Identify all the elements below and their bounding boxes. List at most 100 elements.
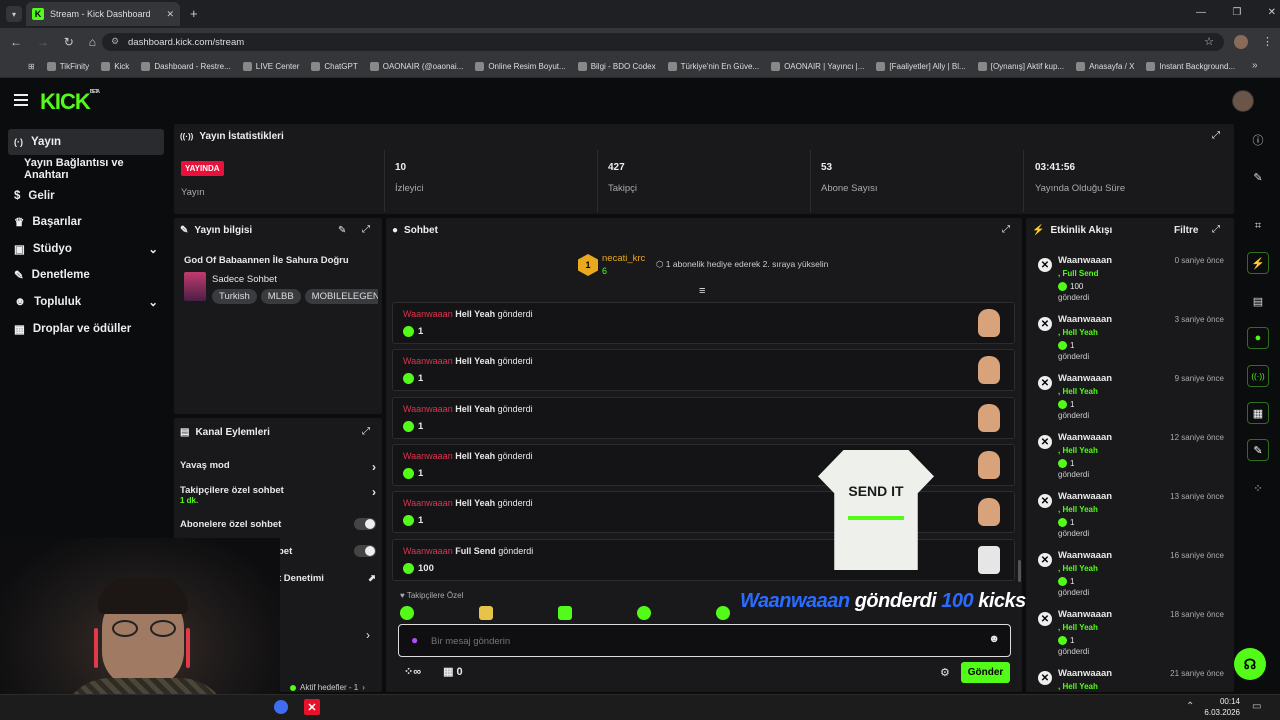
activity-event[interactable]: ✕ Waanwaaan 16 saniye önce , Hell Yeah 1 gönd… xyxy=(1032,547,1230,604)
community-icon[interactable]: ⁘ xyxy=(1247,477,1269,499)
gift-count[interactable]: ▦ 0 xyxy=(443,665,463,678)
tray-chevron-icon[interactable]: ⌃ xyxy=(1186,701,1194,712)
bookmark-item[interactable]: LIVE Center xyxy=(242,62,299,71)
kicks-balance[interactable]: ⁘∞ xyxy=(404,665,421,678)
chat-message[interactable]: Waanwaaan Hell Yeah gönderdi 1 xyxy=(392,491,1015,533)
taskbar-kick-icon[interactable]: ✕ xyxy=(304,699,320,715)
bookmark-item[interactable]: Bilgi - BDO Codex xyxy=(577,62,656,71)
bookmark-item[interactable]: OAONAIR | Yayıncı |... xyxy=(771,62,864,71)
emote-icon[interactable] xyxy=(400,606,414,620)
actions-panel-icon[interactable]: ▦ xyxy=(1247,402,1269,424)
chat-username[interactable]: Waanwaaan xyxy=(403,498,453,508)
subs-only-row[interactable]: Abonelere özel sohbet xyxy=(180,518,376,530)
apps-grid-icon[interactable]: ⊞ xyxy=(28,62,35,71)
sidebar-item-stream-key[interactable]: Yayın Bağlantısı ve Anahtarı xyxy=(8,156,164,182)
crop-icon[interactable]: ⌗ xyxy=(1247,215,1269,237)
activity-event[interactable]: ✕ Waanwaaan 21 saniye önce , Hell Yeah xyxy=(1032,665,1230,690)
more-bookmarks-icon[interactable]: » xyxy=(1252,60,1258,71)
scrollbar[interactable] xyxy=(1018,560,1021,582)
expand-icon[interactable]: ⤢ xyxy=(1212,130,1220,141)
minimize-icon[interactable]: — xyxy=(1196,7,1206,18)
mic-icon[interactable]: ● xyxy=(411,633,418,647)
hamburger-menu-icon[interactable] xyxy=(14,94,28,106)
emote-icon[interactable] xyxy=(479,606,493,620)
tab-search-icon[interactable]: ▾ xyxy=(6,6,22,22)
chevron-right-icon[interactable]: › xyxy=(366,628,370,642)
address-bar[interactable]: ⚙ dashboard.kick.com/stream ☆ xyxy=(102,33,1224,51)
edit-pencil-icon[interactable]: ✎ xyxy=(338,225,346,236)
bookmark-item[interactable]: Instant Background... xyxy=(1146,62,1235,71)
slow-mode-row[interactable]: Yavaş mod › xyxy=(180,460,376,474)
browser-tab[interactable]: K Stream - Kick Dashboard ✕ xyxy=(26,2,180,26)
notes-icon[interactable]: ▤ xyxy=(1247,290,1269,312)
activity-event[interactable]: ✕ Waanwaaan 3 saniye önce , Hell Yeah 1 gönde… xyxy=(1032,311,1230,368)
sidebar-item-basarilar[interactable]: ♛ Başarılar xyxy=(8,209,164,235)
restore-icon[interactable]: ❐ xyxy=(1232,7,1241,18)
activity-event[interactable]: ✕ Waanwaaan 12 saniye önce , Hell Yeah 1 gönd… xyxy=(1032,429,1230,486)
back-icon[interactable]: ← xyxy=(10,35,22,49)
bookmark-item[interactable]: Türkiye'nin En Güve... xyxy=(667,62,759,71)
support-button-icon[interactable]: ☊ xyxy=(1234,648,1266,680)
taskbar-app-icon[interactable] xyxy=(274,700,288,714)
tag-chip[interactable]: MLBB xyxy=(260,289,301,304)
emote-icon[interactable] xyxy=(637,606,651,620)
activity-event[interactable]: ✕ Waanwaaan 9 saniye önce , Hell Yeah 1 gönde… xyxy=(1032,370,1230,427)
activity-event[interactable]: ✕ Waanwaaan 0 saniye önce , Full Send 100 gön… xyxy=(1032,252,1230,309)
chat-input[interactable] xyxy=(431,632,971,650)
edit-icon[interactable]: ✎ xyxy=(1247,166,1269,188)
bookmark-item[interactable]: [Faaliyetler] Ally | Bl... xyxy=(876,62,966,71)
chat-username[interactable]: Waanwaaan xyxy=(403,546,453,556)
send-button[interactable]: Gönder xyxy=(961,662,1010,683)
emote-icon[interactable] xyxy=(558,606,572,620)
notification-icon[interactable]: ▭ xyxy=(1252,701,1261,712)
expand-icon[interactable]: ⤢ xyxy=(362,224,370,235)
bookmark-item[interactable]: Online Resim Boyut... xyxy=(475,62,566,71)
bookmark-item[interactable]: ChatGPT xyxy=(311,62,358,71)
lightning-panel-icon[interactable]: ⚡ xyxy=(1247,252,1269,274)
activity-event[interactable]: ✕ Waanwaaan 18 saniye önce , Hell Yeah 1 gönd… xyxy=(1032,606,1230,663)
forward-icon[interactable]: → xyxy=(37,35,49,49)
bookmark-star-icon[interactable]: ☆ xyxy=(1204,35,1214,48)
sidebar-item-gelir[interactable]: $ Gelir xyxy=(8,183,164,209)
chat-panel-icon[interactable]: ● xyxy=(1247,327,1269,349)
collapse-pinned-icon[interactable]: ≡ xyxy=(699,285,705,297)
chat-message[interactable]: Waanwaaan Hell Yeah gönderdi 1 xyxy=(392,349,1015,391)
chat-username[interactable]: Waanwaaan xyxy=(403,404,453,414)
chat-input-box[interactable]: ● ☻ xyxy=(398,624,1011,657)
sidebar-item-topluluk[interactable]: ☻ Topluluk ⌄ xyxy=(8,289,164,315)
bookmark-item[interactable]: OAONAIR (@oaonai... xyxy=(369,62,463,71)
tag-chip[interactable]: Turkish xyxy=(212,289,257,304)
wrench-panel-icon[interactable]: ✎ xyxy=(1247,439,1269,461)
chat-message[interactable]: Waanwaaan Hell Yeah gönderdi 1 xyxy=(392,302,1015,344)
active-goals-row[interactable]: Aktif hedefler - 1 › xyxy=(290,683,365,692)
chat-username[interactable]: Waanwaaan xyxy=(403,451,453,461)
chat-settings-icon[interactable]: ⚙ xyxy=(940,666,950,679)
bookmark-item[interactable]: Anasayfa / X xyxy=(1076,62,1134,71)
followers-only-row[interactable]: Takipçilere özel sohbet 1 dk. › xyxy=(180,485,376,505)
pinned-user[interactable]: necati_krc xyxy=(602,253,645,264)
expand-icon[interactable]: ⤢ xyxy=(362,426,370,437)
sidebar-item-droplar[interactable]: ▦ Droplar ve ödüller xyxy=(8,316,164,342)
sidebar-item-studyo[interactable]: ▣ Stüdyo ⌄ xyxy=(8,236,164,262)
bookmark-item[interactable]: TikFinity xyxy=(46,62,89,71)
tab-close-icon[interactable]: ✕ xyxy=(166,9,174,20)
activity-event[interactable]: ✕ Waanwaaan 13 saniye önce , Hell Yeah 1 gönd… xyxy=(1032,488,1230,545)
expand-icon[interactable]: ⤢ xyxy=(1212,224,1220,235)
chat-username[interactable]: Waanwaaan xyxy=(403,356,453,366)
sidebar-item-yayin[interactable]: (·) Yayın xyxy=(8,129,164,155)
filter-button[interactable]: Filtre xyxy=(1174,225,1198,236)
chat-username[interactable]: Waanwaaan xyxy=(403,309,453,319)
reload-icon[interactable]: ↻ xyxy=(64,35,74,49)
browser-menu-icon[interactable]: ⋮ xyxy=(1262,35,1273,48)
bookmark-item[interactable]: Kick xyxy=(101,62,129,71)
action-toggle[interactable] xyxy=(354,545,376,557)
user-avatar[interactable] xyxy=(1232,90,1254,112)
broadcast-panel-icon[interactable]: ((·)) xyxy=(1247,365,1269,387)
expand-icon[interactable]: ⤢ xyxy=(1002,224,1010,235)
bookmark-item[interactable]: Dashboard - Restre... xyxy=(141,62,231,71)
tag-chip[interactable]: MOBILELEGEN xyxy=(304,289,378,304)
chat-message[interactable]: Waanwaaan Full Send gönderdi 100 xyxy=(392,539,1015,581)
site-info-icon[interactable]: ⚙ xyxy=(111,36,119,47)
profile-avatar[interactable] xyxy=(1234,35,1248,49)
chat-message[interactable]: Waanwaaan Hell Yeah gönderdi 1 xyxy=(392,397,1015,439)
